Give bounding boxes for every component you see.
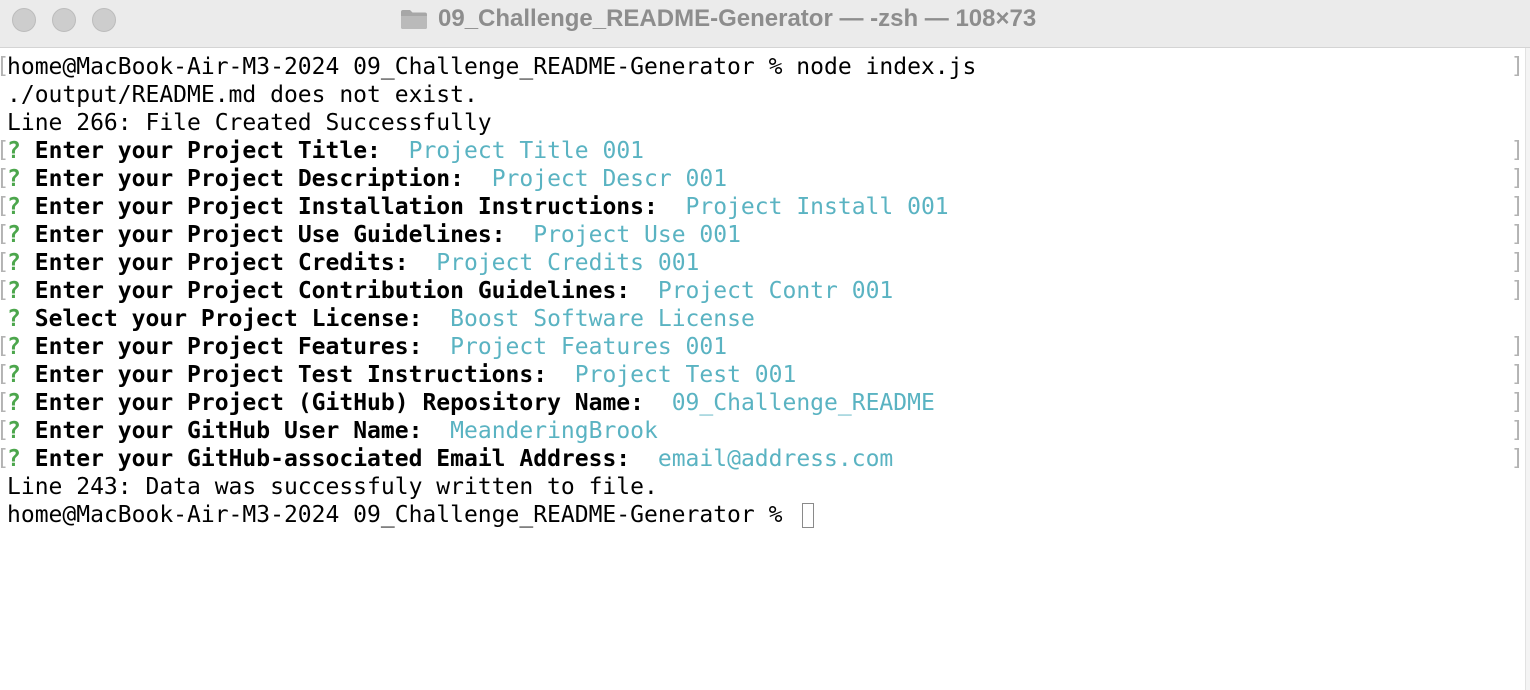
window-title: 09_Challenge_README-Generator — -zsh — 1…	[438, 5, 1037, 32]
question-answer: Project Use 001	[533, 222, 741, 248]
command-line: [ home@MacBook-Air-M3-2024 09_Challenge_…	[0, 53, 1530, 81]
output-line: ./output/README.md does not exist.	[0, 81, 1530, 109]
prompt-content: home@MacBook-Air-M3-2024 09_Challenge_RE…	[7, 501, 815, 529]
question-mark: ?	[7, 194, 21, 220]
terminal-output[interactable]: [ home@MacBook-Air-M3-2024 09_Challenge_…	[0, 53, 1530, 690]
question-line-test: [ ? Enter your Project Test Instructions…	[0, 361, 1530, 389]
question-answer: Project Test 001	[574, 362, 797, 388]
question-content: ? Enter your Project Title: Project Titl…	[7, 137, 644, 165]
mark-bracket-right: ]	[1510, 138, 1524, 163]
output-line: Line 266: File Created Successfully	[0, 109, 1530, 137]
question-mark: ?	[7, 278, 21, 304]
question-mark: ?	[7, 166, 21, 192]
window-edge	[1525, 48, 1530, 690]
question-answer: Project Descr 001	[491, 166, 728, 192]
output-text: Line 266: File Created Successfully	[7, 110, 492, 136]
question-content: ? Enter your Project (GitHub) Repository…	[7, 389, 935, 417]
question-label: Enter your Project Installation Instruct…	[34, 194, 658, 220]
shell-prompt: home@MacBook-Air-M3-2024 09_Challenge_RE…	[7, 502, 797, 528]
question-answer: Project Credits 001	[436, 250, 700, 276]
mark-bracket-right: ]	[1510, 418, 1524, 443]
question-mark: ?	[7, 250, 21, 276]
title-bar[interactable]: 09_Challenge_README-Generator — -zsh — 1…	[0, 0, 1530, 48]
output-text: Line 243: Data was successfuly written t…	[7, 474, 658, 500]
mark-bracket-right: ]	[1510, 54, 1524, 79]
question-mark: ?	[7, 390, 21, 416]
question-label: Enter your Project Contribution Guidelin…	[34, 278, 631, 304]
question-label: Enter your Project Test Instructions:	[34, 362, 548, 388]
question-line-description: [ ? Enter your Project Description: Proj…	[0, 165, 1530, 193]
question-label: Enter your Project Use Guidelines:	[34, 222, 506, 248]
question-line-use: [ ? Enter your Project Use Guidelines: P…	[0, 221, 1530, 249]
mark-bracket-right: ]	[1510, 390, 1524, 415]
question-content: ? Enter your Project Credits: Project Cr…	[7, 249, 699, 277]
mark-bracket-right: ]	[1510, 194, 1524, 219]
command-content: home@MacBook-Air-M3-2024 09_Challenge_RE…	[7, 53, 976, 81]
question-answer: Project Install 001	[685, 194, 949, 220]
mark-bracket-right: ]	[1510, 278, 1524, 303]
question-label: Enter your Project Features:	[34, 334, 423, 360]
mark-bracket-right: ]	[1510, 166, 1524, 191]
question-mark: ?	[7, 334, 21, 360]
question-line-contribution: [ ? Enter your Project Contribution Guid…	[0, 277, 1530, 305]
close-button[interactable]	[12, 8, 36, 32]
question-label: Enter your Project (GitHub) Repository N…	[34, 390, 644, 416]
question-content: ? Enter your Project Use Guidelines: Pro…	[7, 221, 741, 249]
question-content: ? Enter your Project Installation Instru…	[7, 193, 949, 221]
folder-icon	[400, 8, 428, 30]
question-mark: ?	[7, 446, 21, 472]
question-label: Select your Project License:	[34, 306, 423, 332]
minimize-button[interactable]	[52, 8, 76, 32]
shell-prompt: home@MacBook-Air-M3-2024 09_Challenge_RE…	[7, 54, 797, 80]
shell-command: node index.js	[796, 54, 977, 80]
output-line: Line 243: Data was successfuly written t…	[0, 473, 1530, 501]
question-mark: ?	[7, 306, 21, 332]
question-line-repository: [ ? Enter your Project (GitHub) Reposito…	[0, 389, 1530, 417]
question-answer: email@address.com	[657, 446, 894, 472]
question-content: ? Enter your Project Features: Project F…	[7, 333, 727, 361]
question-mark: ?	[7, 418, 21, 444]
mark-bracket-right: ]	[1510, 250, 1524, 275]
question-answer: Boost Software License	[450, 306, 755, 332]
question-content: ? Enter your Project Test Instructions: …	[7, 361, 796, 389]
mark-bracket-right: ]	[1510, 362, 1524, 387]
question-content: ? Enter your Project Contribution Guidel…	[7, 277, 893, 305]
terminal-window: 09_Challenge_README-Generator — -zsh — 1…	[0, 0, 1530, 690]
question-content: ? Select your Project License: Boost Sof…	[7, 305, 755, 333]
question-label: Enter your Project Credits:	[34, 250, 409, 276]
question-line-features: [ ? Enter your Project Features: Project…	[0, 333, 1530, 361]
question-line-username: [ ? Enter your GitHub User Name: Meander…	[0, 417, 1530, 445]
question-mark: ?	[7, 362, 21, 388]
question-label: Enter your Project Description:	[34, 166, 464, 192]
prompt-line[interactable]: home@MacBook-Air-M3-2024 09_Challenge_RE…	[0, 501, 1530, 529]
window-title-group: 09_Challenge_README-Generator — -zsh — 1…	[400, 4, 1036, 34]
question-answer: 09_Challenge_README	[671, 390, 935, 416]
zoom-button[interactable]	[92, 8, 116, 32]
mark-bracket-right: ]	[1510, 222, 1524, 247]
question-mark: ?	[7, 138, 21, 164]
question-line-installation: [ ? Enter your Project Installation Inst…	[0, 193, 1530, 221]
question-content: ? Enter your GitHub User Name: Meanderin…	[7, 417, 658, 445]
question-line-license: ? Select your Project License: Boost Sof…	[0, 305, 1530, 333]
question-content: ? Enter your GitHub-associated Email Add…	[7, 445, 893, 473]
question-label: Enter your GitHub User Name:	[34, 418, 423, 444]
mark-bracket-right: ]	[1510, 334, 1524, 359]
question-answer: Project Title 001	[408, 138, 645, 164]
question-label: Enter your Project Title:	[34, 138, 381, 164]
question-answer: Project Features 001	[450, 334, 728, 360]
question-line-title: [ ? Enter your Project Title: Project Ti…	[0, 137, 1530, 165]
question-answer: Project Contr 001	[657, 278, 894, 304]
text-cursor[interactable]	[802, 503, 815, 528]
question-label: Enter your GitHub-associated Email Addre…	[34, 446, 631, 472]
question-mark: ?	[7, 222, 21, 248]
mark-bracket-right: ]	[1510, 446, 1524, 471]
question-line-email: [ ? Enter your GitHub-associated Email A…	[0, 445, 1530, 473]
output-text: ./output/README.md does not exist.	[7, 82, 478, 108]
question-content: ? Enter your Project Description: Projec…	[7, 165, 727, 193]
question-line-credits: [ ? Enter your Project Credits: Project …	[0, 249, 1530, 277]
question-answer: MeanderingBrook	[450, 418, 658, 444]
